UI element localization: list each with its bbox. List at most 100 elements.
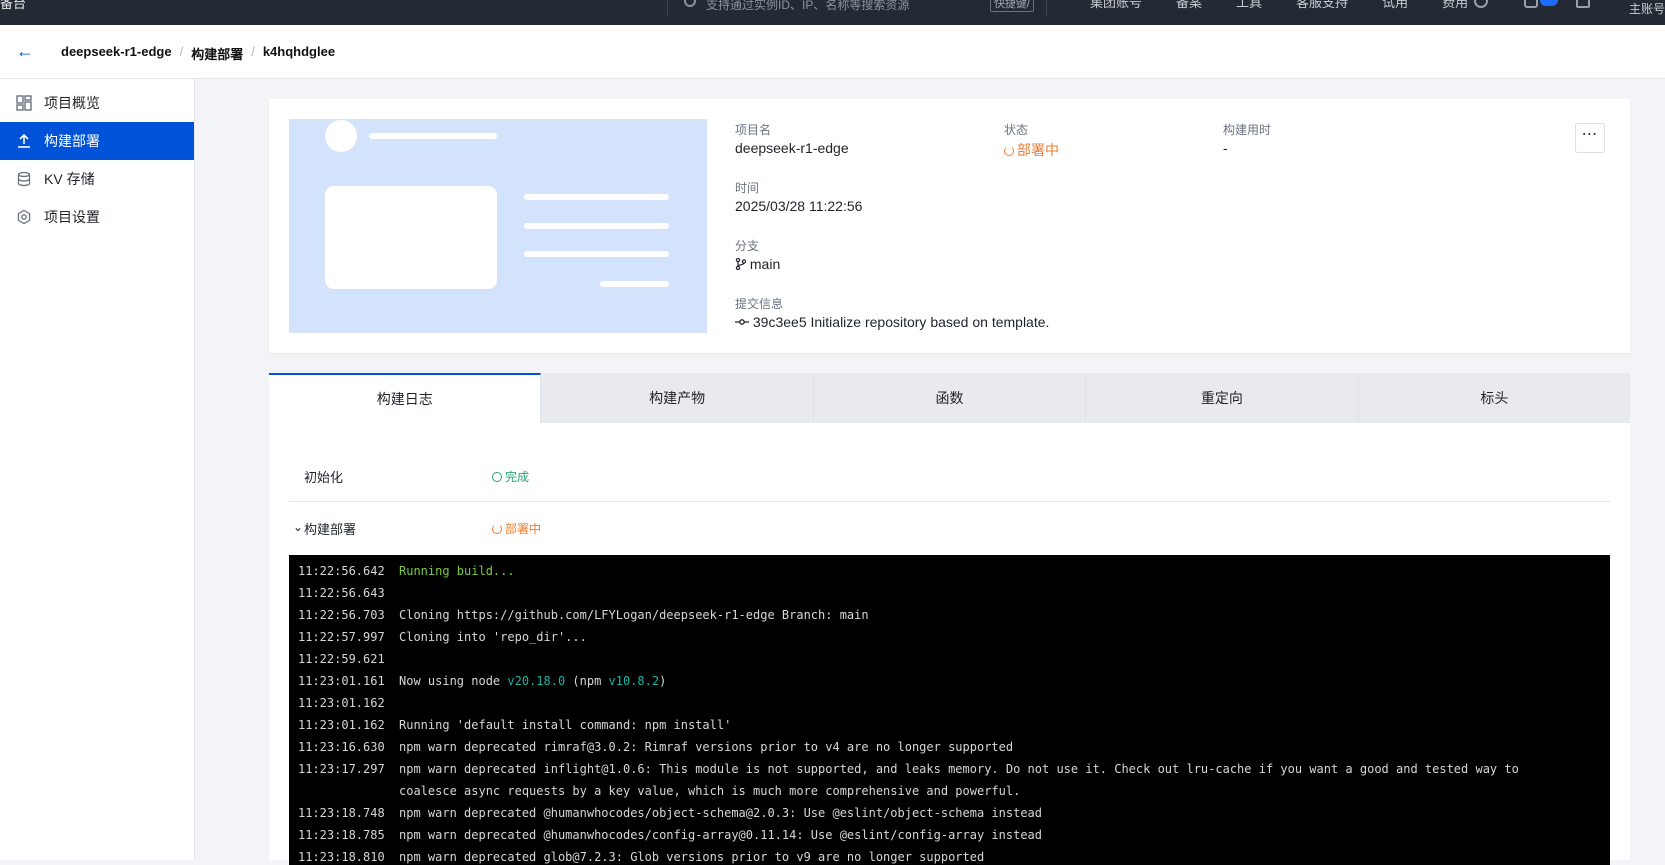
breadcrumb-separator: / — [251, 44, 255, 59]
log-line: 11:23:16.630 npm warn deprecated rimraf@3… — [289, 736, 1610, 758]
loading-icon — [492, 523, 502, 534]
sidebar-item-build-deploy[interactable]: 构建部署 — [0, 122, 194, 160]
log-timestamp: 11:22:57.997 — [298, 630, 385, 644]
detail-tabs: 构建日志 构建产物 函数 重定向 标头 — [269, 373, 1630, 423]
log-message: Cloning https://github.com/LFYLogan/deep… — [399, 604, 1610, 626]
nav-billing[interactable]: 费用 — [1442, 0, 1475, 11]
loading-icon — [1004, 146, 1014, 156]
breadcrumb-project[interactable]: deepseek-r1-edge — [61, 44, 172, 63]
log-message — [399, 648, 1610, 670]
log-text: npm warn deprecated glob@7.2.3: Glob ver… — [399, 850, 985, 864]
page-header: ← deepseek-r1-edge / 构建部署 / k4hqhdglee — [0, 25, 1665, 79]
settings-icon — [16, 209, 32, 225]
build-duration-label: 构建用时 — [1223, 123, 1272, 137]
commit-label: 提交信息 — [735, 297, 784, 311]
branch-label: 分支 — [735, 239, 760, 253]
step-initialize[interactable]: 初始化 完成 — [289, 452, 1610, 502]
log-line: 11:22:57.997 Cloning into 'repo_dir'... — [289, 626, 1610, 648]
bell-icon[interactable] — [1524, 0, 1538, 8]
log-timestamp: 11:23:01.161 — [298, 674, 385, 688]
nav-group-account[interactable]: 集团账号 — [1090, 0, 1142, 11]
help-icon[interactable] — [1474, 0, 1488, 8]
search-placeholder[interactable]: 支持通过实例ID、IP、名称等搜索资源 — [706, 0, 909, 13]
database-icon — [16, 171, 32, 187]
log-line: 11:22:56.643 — [289, 582, 1610, 604]
breadcrumb-separator: / — [179, 44, 184, 59]
commit-value: 39c3ee5 Initialize repository based on t… — [735, 314, 1049, 330]
branch-value: main — [735, 256, 780, 272]
sidebar: 项目概览 构建部署 KV 存储 项目设置 — [0, 79, 195, 860]
commit-message[interactable]: 39c3ee5 Initialize repository based on t… — [753, 314, 1050, 330]
nav-trial[interactable]: 试用 — [1382, 0, 1408, 11]
top-nav-links: 集团账号 备案 工具 客服支持 试用 费用 — [1090, 0, 1475, 11]
log-timestamp: 11:23:01.162 — [298, 696, 385, 710]
log-text: npm warn deprecated @humanwhocodes/confi… — [399, 828, 1042, 842]
log-text: npm warn deprecated rimraf@3.0.2: Rimraf… — [399, 740, 1014, 754]
tab-build-log[interactable]: 构建日志 — [269, 373, 542, 423]
dashboard-icon — [16, 95, 32, 111]
log-timestamp: 11:23:18.810 — [298, 850, 385, 864]
log-text: npm warn deprecated @humanwhocodes/objec… — [399, 806, 1042, 820]
tab-functions[interactable]: 函数 — [814, 373, 1087, 423]
tab-build-artifacts[interactable]: 构建产物 — [541, 373, 814, 423]
deploy-time: 2025/03/28 11:22:56 — [735, 198, 863, 214]
status-label: 状态 — [1004, 123, 1029, 137]
log-text: ) — [659, 674, 667, 688]
more-actions-button[interactable]: ⋯ — [1575, 123, 1605, 153]
log-timestamp: 11:22:56.703 — [298, 608, 385, 622]
site-preview-thumbnail[interactable] — [289, 119, 707, 333]
status-badge: 部署中 — [1004, 140, 1059, 160]
log-line: 11:23:01.162 Running 'default install com… — [289, 714, 1610, 736]
git-branch-icon — [735, 257, 747, 271]
log-text: Cloning https://github.com/LFYLogan/deep… — [399, 608, 869, 622]
step-status-text: 完成 — [505, 470, 530, 484]
sidebar-item-label: 项目设置 — [44, 209, 100, 225]
account-menu[interactable]: 主账号 — [1629, 0, 1665, 17]
log-line: 11:23:01.162 — [289, 692, 1610, 714]
build-duration: - — [1223, 140, 1228, 156]
log-timestamp: 11:23:17.297 — [298, 762, 385, 776]
deployment-summary-card: 项目名 deepseek-r1-edge 状态 部署中 构建用时 - 时间 20… — [269, 99, 1630, 353]
check-circle-icon — [492, 472, 502, 482]
log-message: npm warn deprecated glob@7.2.3: Glob ver… — [399, 846, 1610, 865]
sidebar-item-settings[interactable]: 项目设置 — [0, 198, 194, 236]
nav-filing[interactable]: 备案 — [1176, 0, 1202, 11]
top-navbar: 备台 支持通过实例ID、IP、名称等搜索资源 快捷键/ 集团账号 备案 工具 客… — [0, 0, 1665, 25]
chevron-down-icon[interactable]: ⌄ — [293, 520, 304, 534]
layout-icon[interactable] — [1576, 0, 1590, 8]
step-build-deploy[interactable]: ⌄构建部署 部署中 — [289, 503, 1610, 553]
breadcrumb-deployment-id: k4hqhdglee — [262, 44, 336, 59]
breadcrumb: deepseek-r1-edge / 构建部署 / k4hqhdglee — [61, 44, 335, 63]
sidebar-item-label: 构建部署 — [44, 133, 100, 149]
build-log-terminal[interactable]: 11:22:56.642 Running build... 11:22:56.643… — [289, 555, 1610, 865]
log-text: Running build... — [399, 564, 515, 578]
nav-tools[interactable]: 工具 — [1236, 0, 1262, 11]
breadcrumb-deploy[interactable]: 构建部署 — [191, 44, 243, 63]
log-timestamp: 11:23:01.162 — [298, 718, 385, 732]
search-icon — [684, 0, 696, 7]
status-text: 部署中 — [1017, 142, 1059, 158]
step-status-deploying: 部署中 — [492, 520, 541, 537]
log-line: 11:22:56.642 Running build... — [289, 560, 1610, 582]
log-line: 11:22:59.621 — [289, 648, 1610, 670]
sidebar-item-overview[interactable]: 项目概览 — [0, 84, 194, 122]
project-name-label: 项目名 — [735, 123, 772, 137]
log-timestamp: 11:22:56.642 — [298, 564, 385, 578]
step-name: 构建部署 — [304, 521, 357, 537]
notification-badge — [1540, 0, 1558, 6]
log-timestamp: 11:22:59.621 — [298, 652, 385, 666]
branch-name[interactable]: main — [750, 256, 780, 272]
arrow-left-icon[interactable]: ← — [16, 42, 34, 60]
log-line: 11:23:01.161 Now using node v20.18.0 (npm… — [289, 670, 1610, 692]
tab-redirects[interactable]: 重定向 — [1086, 373, 1359, 423]
sidebar-item-kv-storage[interactable]: KV 存储 — [0, 160, 194, 198]
nav-billing-label: 费用 — [1442, 0, 1469, 10]
nav-support[interactable]: 客服支持 — [1296, 0, 1348, 11]
log-line: 11:23:18.810 npm warn deprecated glob@7.2… — [289, 846, 1610, 865]
log-message: Running 'default install command: npm in… — [399, 714, 1610, 736]
tab-headers[interactable]: 标头 — [1359, 373, 1630, 423]
global-search[interactable]: 支持通过实例ID、IP、名称等搜索资源 快捷键/ — [667, 0, 1047, 17]
console-title[interactable]: 备台 — [0, 0, 26, 12]
time-label: 时间 — [735, 181, 760, 195]
log-message: npm warn deprecated inflight@1.0.6: This… — [399, 758, 1610, 802]
